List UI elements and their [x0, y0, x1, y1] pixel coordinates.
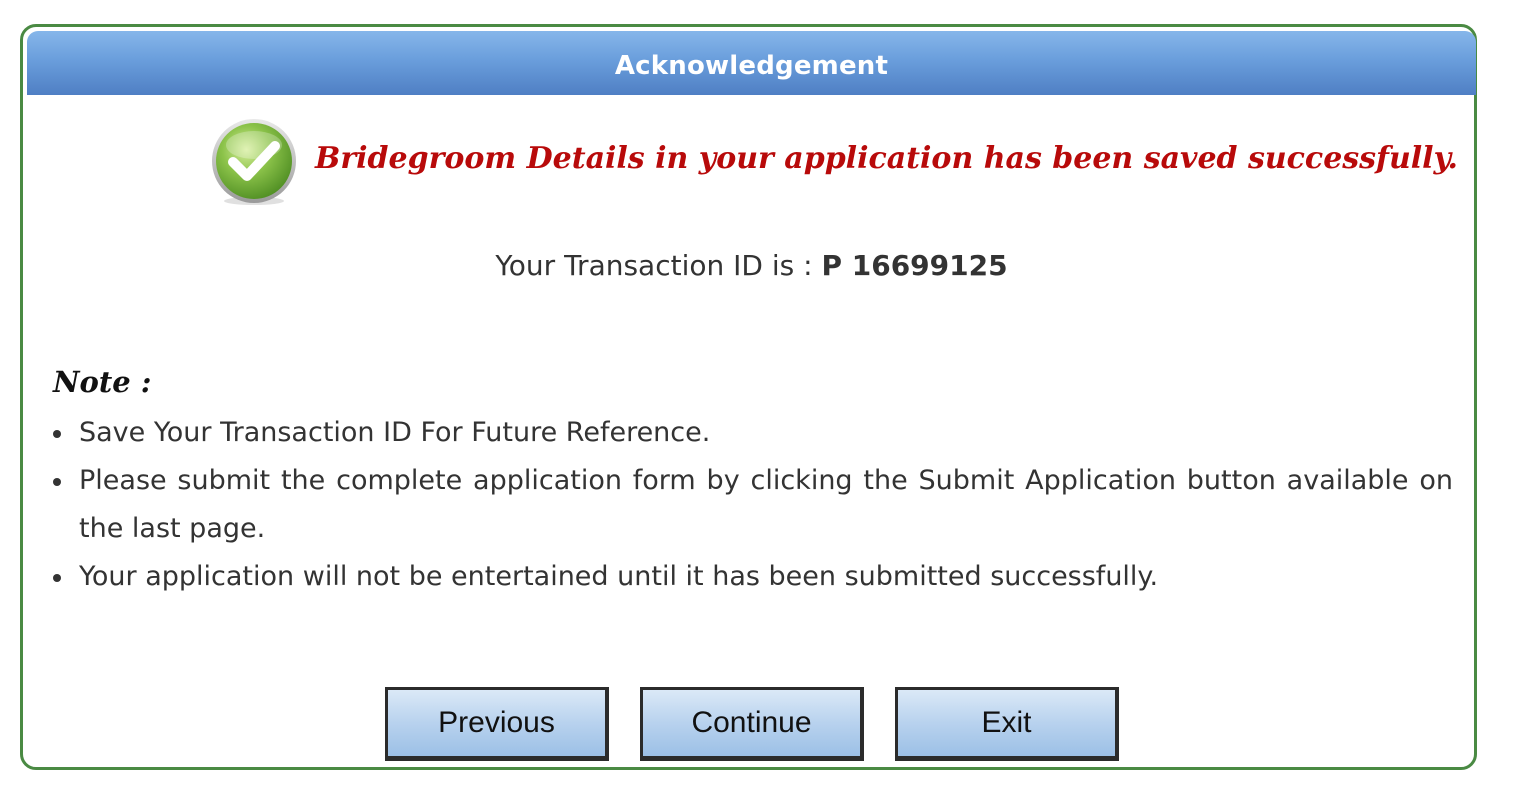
success-banner: Bridegroom Details in your application h… — [209, 117, 1458, 207]
note-list: Save Your Transaction ID For Future Refe… — [49, 409, 1453, 601]
exit-button[interactable]: Exit — [895, 687, 1119, 761]
check-circle-icon — [209, 117, 299, 207]
panel-title: Acknowledgement — [614, 51, 889, 81]
continue-button[interactable]: Continue — [640, 687, 864, 761]
transaction-id-value: P 16699125 — [821, 249, 1008, 282]
transaction-id-label: Your Transaction ID is : — [495, 249, 822, 282]
action-buttons: Previous Continue Exit — [385, 687, 1119, 761]
success-message: Bridegroom Details in your application h… — [315, 140, 1459, 176]
panel-header: Acknowledgement — [27, 31, 1476, 95]
note-item: Your application will not be entertained… — [49, 553, 1453, 601]
previous-button[interactable]: Previous — [385, 687, 609, 761]
note-item: Save Your Transaction ID For Future Refe… — [49, 409, 1453, 457]
note-heading: Note : — [53, 365, 152, 399]
acknowledgement-panel: Acknowledgement Bridegroom Details in yo… — [20, 24, 1477, 770]
transaction-id-line: Your Transaction ID is : P 16699125 — [23, 249, 1480, 282]
note-item: Please submit the complete application f… — [49, 457, 1453, 553]
